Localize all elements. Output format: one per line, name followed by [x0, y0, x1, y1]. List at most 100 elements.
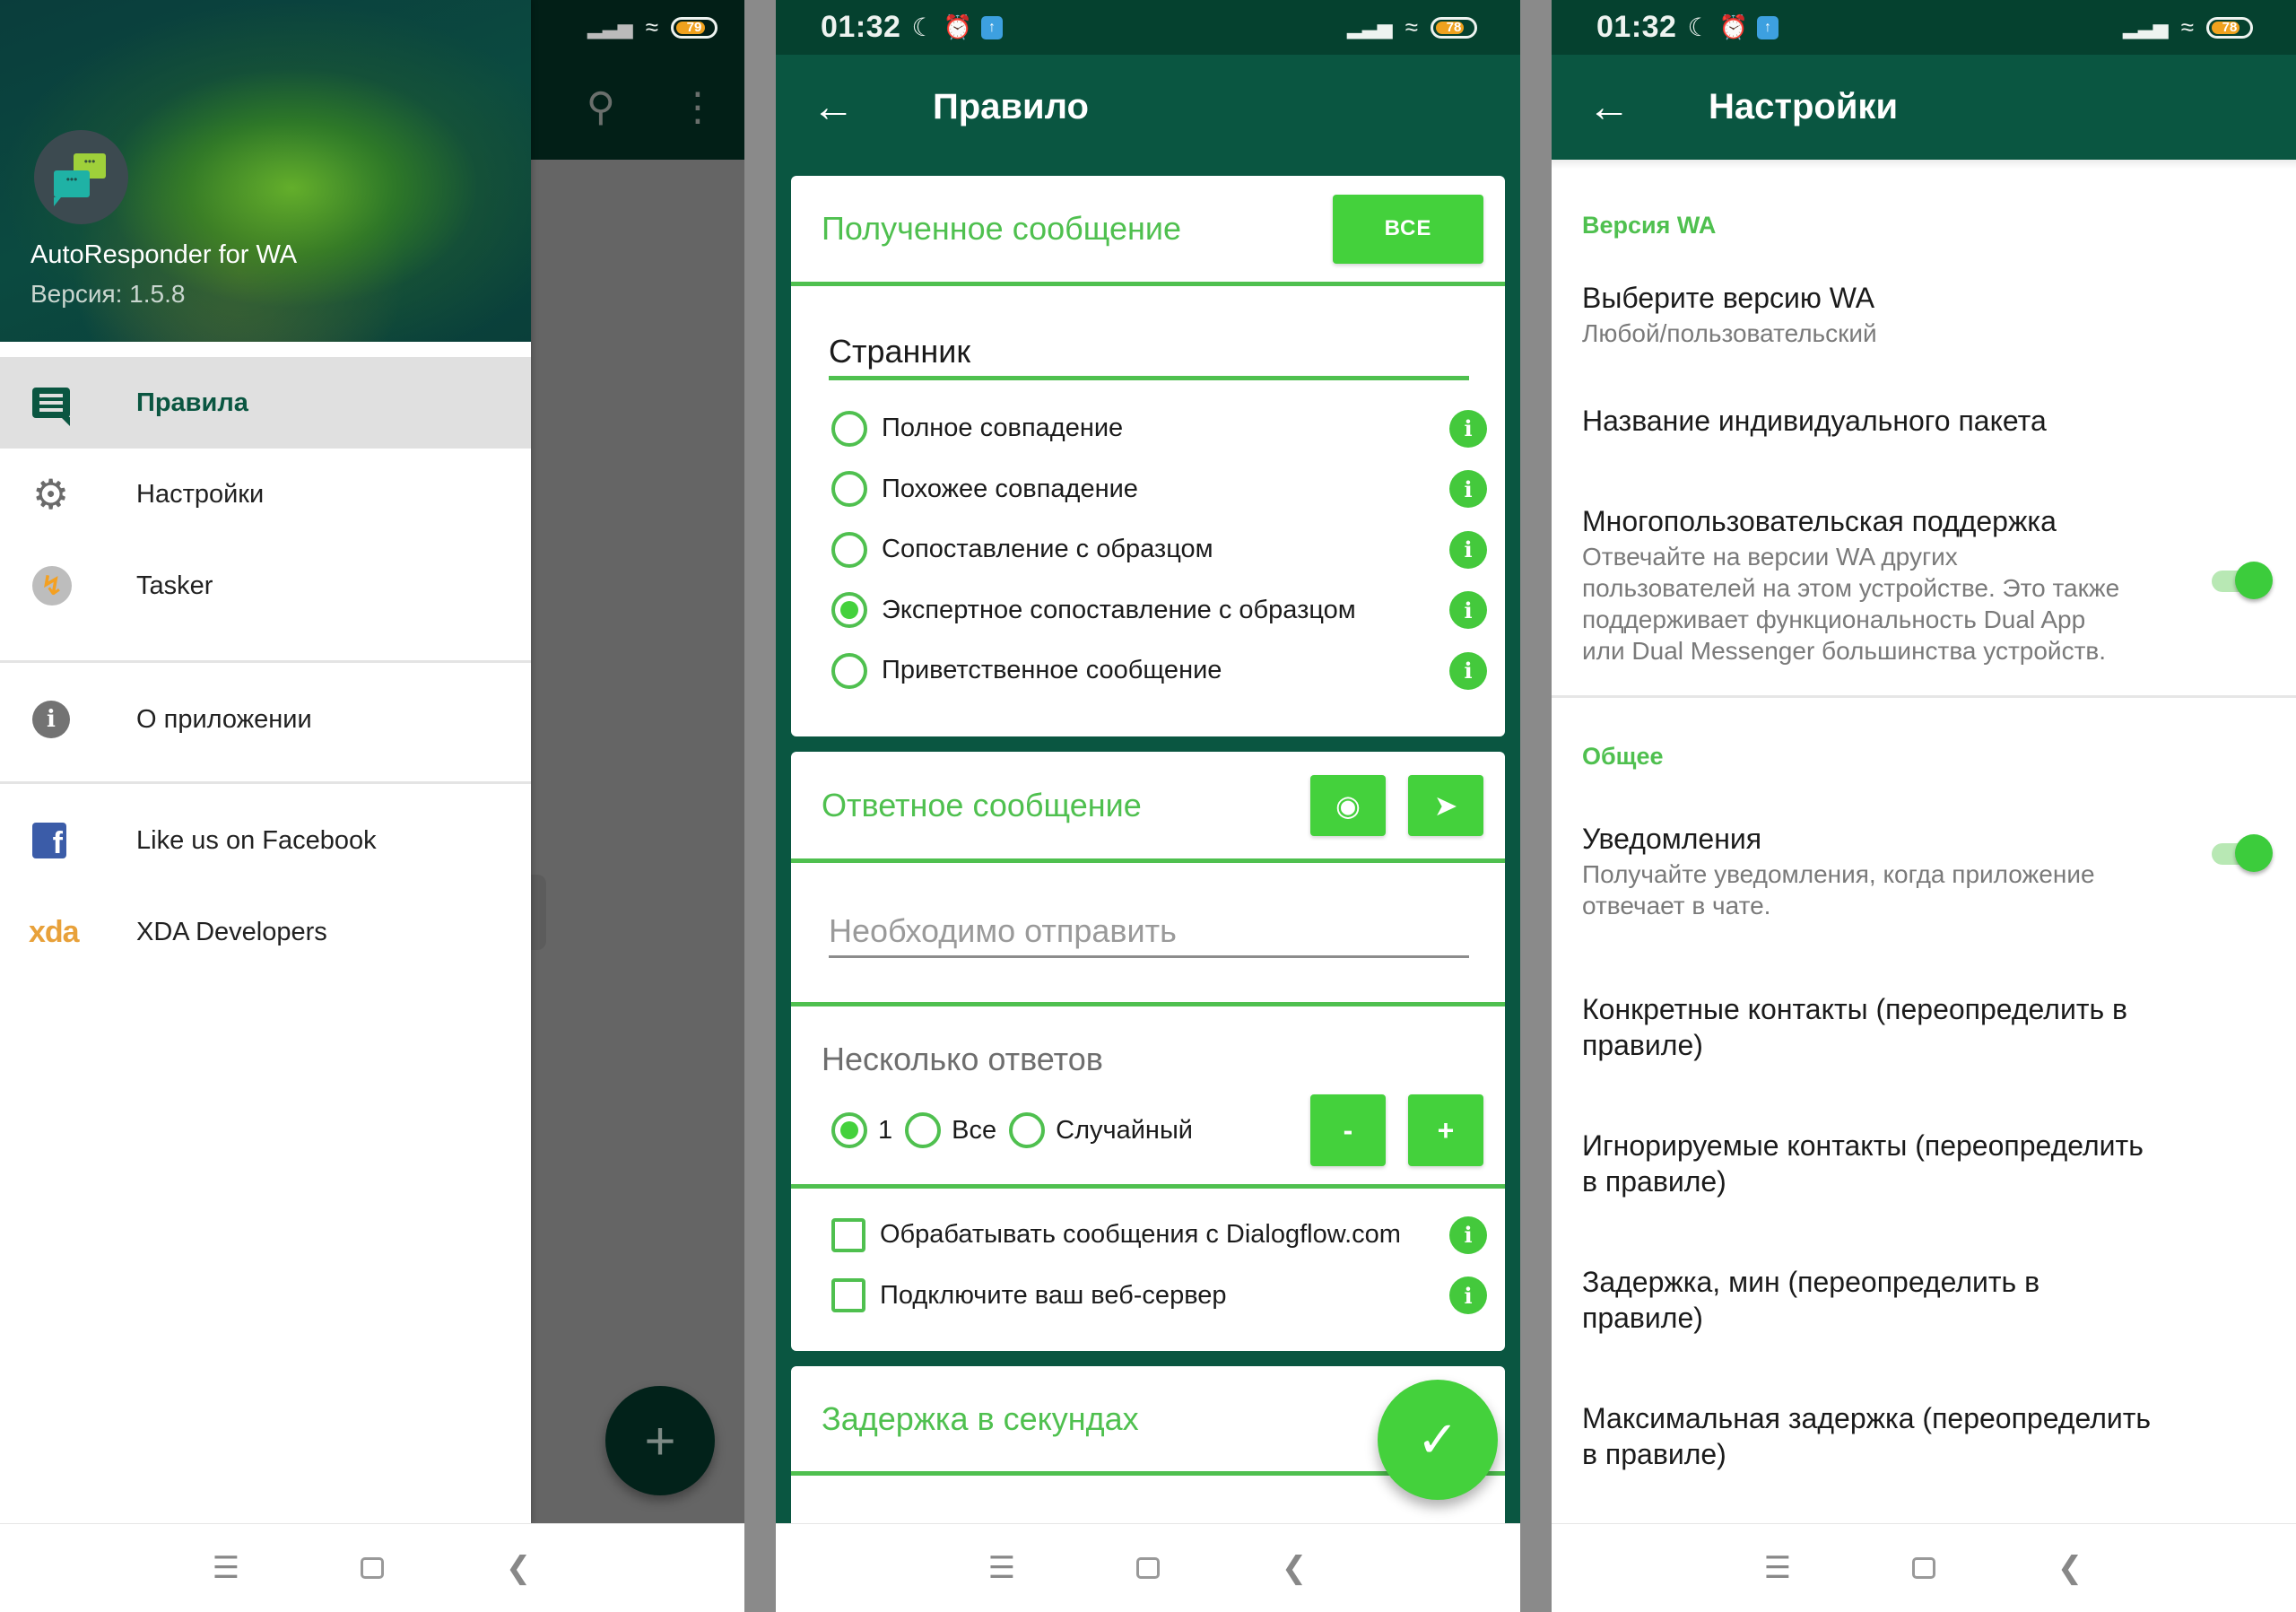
notifications-toggle[interactable]	[2212, 834, 2273, 872]
match-option[interactable]: Экспертное сопоставление с образцом i	[791, 580, 1505, 641]
back-arrow-icon[interactable]: ←	[1587, 85, 1641, 129]
recents-button[interactable]: ☰	[1760, 1550, 1796, 1586]
signal-icon: ▂▃▅	[2122, 15, 2169, 39]
system-nav-bar: ☰ ❮	[0, 1523, 744, 1612]
radio-button-selected[interactable]	[831, 1112, 867, 1148]
pref-specific-contacts[interactable]: Конкретные контакты (переопределить в пр…	[1552, 991, 2296, 1063]
drawer-item-label: XDA Developers	[136, 917, 327, 946]
chat-bubble-icon: •••	[54, 170, 90, 206]
back-button[interactable]: ❮	[1276, 1550, 1312, 1586]
info-icon[interactable]: i	[1449, 1277, 1487, 1315]
add-tag-button[interactable]: ➤	[1408, 774, 1483, 836]
info-icon[interactable]: i	[1449, 470, 1487, 509]
all-button[interactable]: ВСЕ	[1333, 194, 1483, 264]
signal-icon: ▂▃▅	[1346, 15, 1393, 39]
add-reply-button[interactable]: +	[1408, 1094, 1483, 1166]
status-time: 01:32	[1596, 10, 1677, 44]
back-button[interactable]: ❮	[2052, 1550, 2088, 1586]
match-option[interactable]: Приветственное сообщение i	[791, 640, 1505, 701]
remove-reply-button[interactable]: -	[1310, 1094, 1386, 1166]
info-icon[interactable]: i	[1449, 591, 1487, 630]
drawer-item-about[interactable]: i О приложении	[0, 674, 531, 765]
overflow-menu-icon[interactable]: ⋮	[678, 84, 718, 130]
home-button[interactable]	[361, 1557, 384, 1579]
webserver-option[interactable]: Подключите ваш веб-сервер i	[791, 1266, 1505, 1327]
check-icon: ✓	[1416, 1411, 1459, 1468]
app-logo: ••• •••	[34, 130, 128, 224]
home-button[interactable]	[1136, 1557, 1160, 1579]
drawer-item-settings[interactable]: ⚙ Настройки	[0, 449, 531, 540]
location-pin-icon: ◉	[1335, 789, 1361, 822]
info-icon[interactable]: i	[1449, 1216, 1487, 1254]
wifi-icon: ≈	[645, 13, 658, 40]
wifi-icon: ≈	[2180, 13, 2194, 40]
info-icon[interactable]: i	[1449, 530, 1487, 569]
match-option[interactable]: Сопоставление с образцом i	[791, 519, 1505, 580]
navigation-drawer: ••• ••• AutoResponder for WA Версия: 1.5…	[0, 0, 531, 1523]
home-button[interactable]	[1912, 1557, 1935, 1579]
dialogflow-option[interactable]: Обрабатывать сообщения с Dialogflow.com …	[791, 1205, 1505, 1266]
alarm-icon: ⏰	[943, 13, 972, 40]
drawer-header: ••• ••• AutoResponder for WA Версия: 1.5…	[0, 0, 531, 342]
back-button[interactable]: ❮	[500, 1550, 536, 1586]
recents-button[interactable]: ☰	[208, 1550, 244, 1586]
category-general: Общее	[1582, 743, 1664, 770]
pref-notifications[interactable]: Уведомления Получайте уведомления, когда…	[1552, 821, 2296, 921]
received-message-input[interactable]: Странник	[829, 333, 1469, 380]
received-message-card: Полученное сообщение ВСЕ Странник Полное…	[791, 176, 1505, 736]
pref-multi-user-support[interactable]: Многопользовательская поддержка Отвечайт…	[1552, 503, 2296, 667]
drawer-item-label: Tasker	[136, 571, 213, 600]
pref-max-delay[interactable]: Максимальная задержка (переопределить в …	[1552, 1400, 2296, 1472]
multiple-replies-options: 1 Все Случайный - +	[791, 1094, 1505, 1166]
scroll-handle[interactable]	[531, 875, 546, 950]
screen-rule-editor: 01:32 ☾ ⏰ ↑ ▂▃▅ ≈ 78 ← Правило Полученно…	[776, 0, 1520, 1612]
radio-button[interactable]	[831, 652, 867, 689]
drawer-item-tasker[interactable]: ↯ Tasker	[0, 540, 531, 632]
radio-button[interactable]	[831, 531, 867, 568]
checkbox[interactable]	[831, 1217, 865, 1252]
drawer-item-label: Настройки	[136, 479, 265, 509]
reply-message-input[interactable]: Необходимо отправить	[829, 912, 1469, 958]
radio-button[interactable]	[1009, 1112, 1046, 1148]
pref-delay-minutes[interactable]: Задержка, мин (переопределить в правиле)	[1552, 1264, 2296, 1336]
battery-icon: 79	[671, 16, 718, 39]
checkbox[interactable]	[831, 1278, 865, 1313]
status-time: 01:32	[821, 10, 901, 44]
received-message-title: Полученное сообщение	[822, 210, 1182, 247]
save-rule-fab[interactable]: ✓	[1378, 1380, 1498, 1500]
location-button[interactable]: ◉	[1310, 774, 1386, 836]
drawer-menu: Правила ⚙ Настройки ↯ Tasker i О приложе…	[0, 342, 531, 978]
system-nav-bar: ☰ ❮	[1552, 1523, 2296, 1612]
radio-button[interactable]	[831, 410, 867, 447]
battery-level: 78	[1446, 20, 1462, 35]
pref-custom-package-name[interactable]: Название индивидуального пакета	[1552, 403, 2296, 439]
screen-navigation-drawer: ⚲ ⋮ + 01:32 ☾ ⏰ ↑ ▂▃▅ ≈ 79 ••• ••• AutoR…	[0, 0, 744, 1612]
pref-select-wa-version[interactable]: Выберите версию WA Любой/пользовательски…	[1552, 280, 2296, 349]
reply-message-title: Ответное сообщение	[822, 786, 1142, 823]
app-bar: ← Настройки	[1552, 55, 2296, 160]
system-nav-bar: ☰ ❮	[776, 1523, 1520, 1612]
drawer-item-rules[interactable]: Правила	[0, 357, 531, 449]
info-icon[interactable]: i	[1449, 409, 1487, 448]
info-icon[interactable]: i	[1449, 651, 1487, 690]
drawer-item-label: О приложении	[136, 704, 312, 734]
multi-user-toggle[interactable]	[2212, 562, 2273, 599]
match-option[interactable]: Полное совпадение i	[791, 398, 1505, 459]
upload-icon: ↑	[1756, 15, 1779, 39]
battery-icon: 78	[1431, 16, 1477, 39]
match-option[interactable]: Похожее совпадение i	[791, 459, 1505, 520]
add-rule-fab[interactable]: +	[605, 1386, 715, 1495]
recents-button[interactable]: ☰	[984, 1550, 1020, 1586]
back-arrow-icon[interactable]: ←	[812, 85, 865, 129]
search-icon[interactable]: ⚲	[587, 84, 615, 130]
radio-button[interactable]	[831, 471, 867, 508]
drawer-item-facebook[interactable]: f Like us on Facebook	[0, 795, 531, 886]
drawer-item-xda[interactable]: xda XDA Developers	[0, 886, 531, 978]
alarm-icon: ⏰	[1718, 13, 1748, 40]
xda-icon: xda	[29, 914, 80, 949]
status-bar: 01:32 ☾ ⏰ ↑ ▂▃▅ ≈ 78	[1552, 0, 2296, 55]
radio-button[interactable]	[905, 1112, 942, 1148]
wifi-icon: ≈	[1405, 13, 1418, 40]
radio-button-selected[interactable]	[831, 592, 867, 629]
pref-ignored-contacts[interactable]: Игнорируемые контакты (переопределить в …	[1552, 1128, 2296, 1199]
